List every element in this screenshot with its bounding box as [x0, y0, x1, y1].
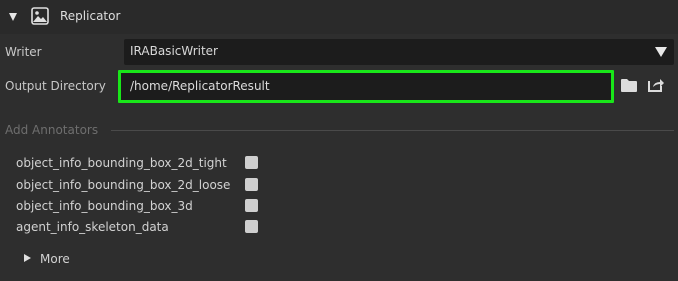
output-directory-label: Output Directory — [5, 79, 106, 93]
triangle-down-icon[interactable] — [9, 13, 17, 21]
triangle-right-icon[interactable] — [24, 254, 31, 262]
section-divider — [111, 130, 674, 131]
annotator-checkbox[interactable] — [245, 220, 258, 233]
writer-label: Writer — [5, 45, 42, 59]
open-external-icon[interactable] — [647, 77, 665, 93]
annotator-label: agent_info_skeleton_data — [16, 220, 169, 234]
writer-dropdown-button[interactable] — [648, 39, 674, 65]
panel-title: Replicator — [60, 9, 121, 23]
add-annotators-label: Add Annotators — [5, 123, 99, 137]
more-toggle[interactable]: More — [40, 252, 70, 266]
writer-dropdown[interactable]: IRABasicWriter — [124, 39, 674, 65]
panel-header[interactable]: Replicator — [0, 0, 678, 34]
annotator-checkbox[interactable] — [245, 178, 258, 191]
writer-selected-value: IRABasicWriter — [130, 44, 218, 58]
annotator-label: object_info_bounding_box_2d_tight — [16, 156, 227, 170]
triangle-down-icon — [655, 47, 667, 57]
annotator-label: object_info_bounding_box_2d_loose — [16, 178, 231, 192]
folder-icon[interactable] — [620, 77, 638, 93]
annotator-checkbox[interactable] — [245, 156, 258, 169]
annotator-label: object_info_bounding_box_3d — [16, 199, 193, 213]
output-directory-value: /home/ReplicatorResult — [130, 79, 270, 93]
output-directory-input[interactable]: /home/ReplicatorResult — [118, 70, 614, 103]
image-icon — [31, 7, 49, 25]
annotator-checkbox[interactable] — [245, 199, 258, 212]
